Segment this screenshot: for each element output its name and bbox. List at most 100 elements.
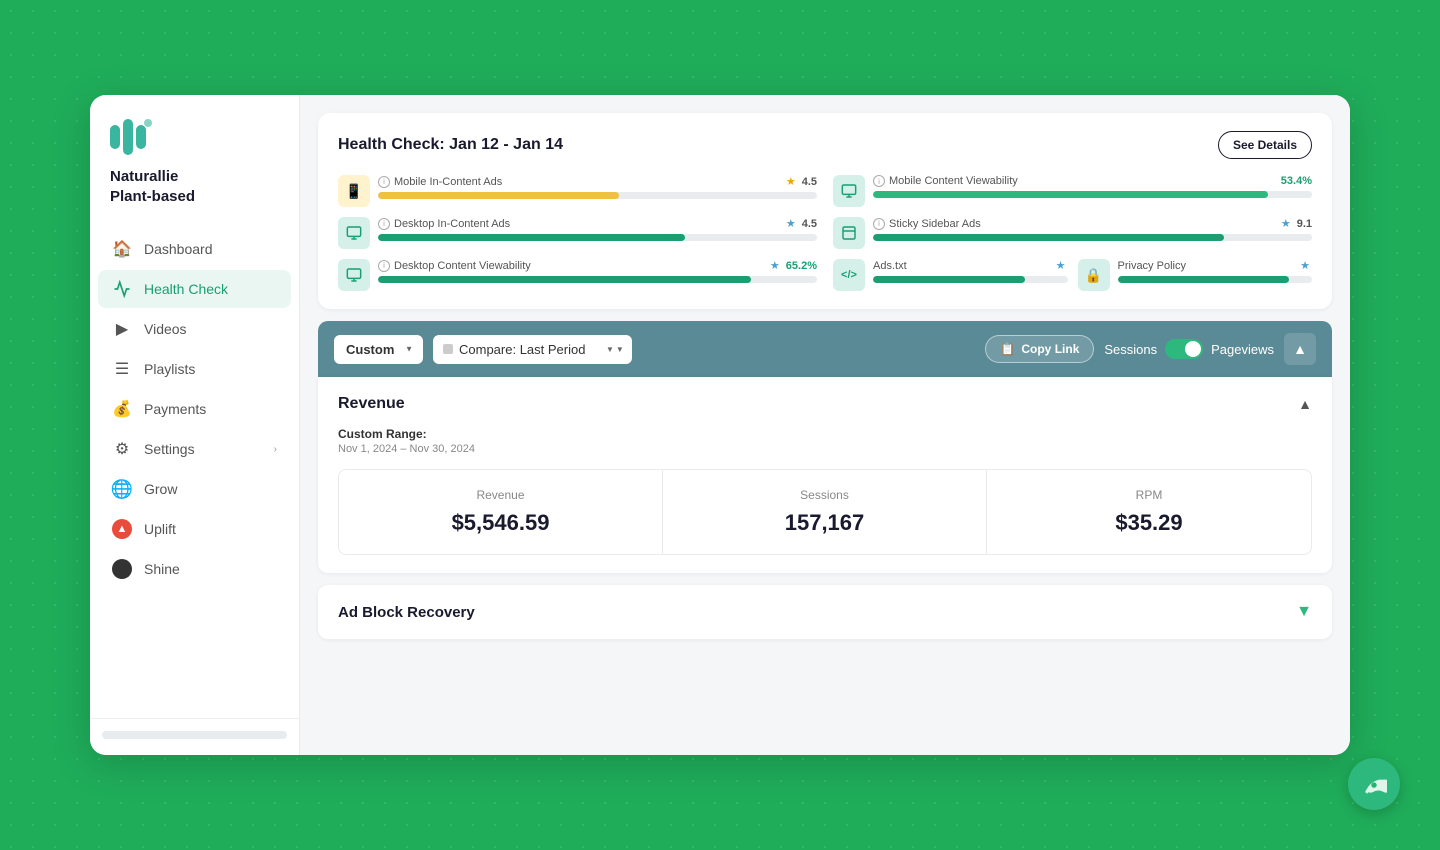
progress-bar-bg	[378, 192, 817, 199]
logo-area	[90, 119, 299, 167]
metric-details: i Desktop In-Content Ads ★ 4.5	[378, 217, 817, 241]
metric-score: 4.5	[802, 218, 817, 230]
logo-icon	[110, 119, 154, 155]
copy-link-icon: 📋	[1000, 342, 1015, 356]
metric-icon-mobile-in-content: 📱	[338, 175, 370, 207]
filter-collapse-button[interactable]: ▲	[1284, 333, 1316, 365]
sidebar-item-label: Dashboard	[144, 241, 213, 257]
metric-score: 4.5	[802, 176, 817, 188]
custom-select-wrapper: Custom	[334, 335, 423, 364]
sidebar-item-label: Grow	[144, 481, 177, 497]
metric-star: ★	[1300, 259, 1310, 272]
stat-cell-sessions: Sessions 157,167	[663, 470, 987, 554]
playlist-icon: ☰	[112, 359, 132, 379]
sidebar-item-label: Shine	[144, 561, 180, 577]
adblock-expand-button[interactable]: ▼	[1296, 603, 1312, 621]
sidebar-bottom-bar	[102, 731, 287, 739]
sidebar-item-label: Payments	[144, 401, 206, 417]
metric-star: ★	[1056, 259, 1066, 272]
health-check-card: Health Check: Jan 12 - Jan 14 See Detail…	[318, 113, 1332, 309]
progress-bar-bg	[378, 234, 817, 241]
progress-bar-bg	[873, 191, 1312, 198]
metric-details: i Mobile In-Content Ads ★ 4.5	[378, 175, 817, 199]
pageviews-label: Pageviews	[1211, 342, 1274, 357]
heart-icon	[112, 279, 132, 299]
settings-icon: ⚙	[112, 439, 132, 459]
metric-name: Ads.txt	[873, 260, 1052, 272]
brand-name: NaturalliePlant-based	[90, 167, 299, 230]
progress-bar-fill	[873, 191, 1268, 198]
metric-icon-privacy-policy: 🔒	[1078, 259, 1110, 291]
metric-row-adstxt-privacy: </> Ads.txt ★ 🔒	[833, 259, 1312, 291]
stat-label: Revenue	[355, 488, 646, 502]
stat-value: $35.29	[1003, 510, 1295, 536]
revenue-section: Revenue ▲ Custom Range: Nov 1, 2024 – No…	[318, 377, 1332, 573]
shine-icon	[112, 559, 132, 579]
metric-star: ★	[786, 175, 796, 188]
sidebar-item-videos[interactable]: ▶ Videos	[98, 310, 291, 348]
adblock-title: Ad Block Recovery	[338, 604, 475, 621]
progress-bar-bg	[1118, 276, 1313, 283]
sidebar-item-label: Settings	[144, 441, 195, 457]
metric-item-mobile-viewability: i Mobile Content Viewability 53.4%	[833, 175, 1312, 207]
revenue-collapse-button[interactable]: ▲	[1298, 396, 1312, 412]
sidebar-item-payments[interactable]: 💰 Payments	[98, 390, 291, 428]
sidebar-item-playlists[interactable]: ☰ Playlists	[98, 350, 291, 388]
main-content: Health Check: Jan 12 - Jan 14 See Detail…	[300, 95, 1350, 755]
stat-label: Sessions	[679, 488, 970, 502]
adblock-section: Ad Block Recovery ▼	[318, 585, 1332, 639]
compare-select-wrapper: Compare: Last Period ▼	[433, 335, 632, 364]
sidebar-item-settings[interactable]: ⚙ Settings ›	[98, 430, 291, 468]
custom-dropdown[interactable]: Custom	[334, 335, 423, 364]
progress-bar-fill	[378, 192, 619, 199]
stat-value: 157,167	[679, 510, 970, 536]
grow-icon: 🌐	[112, 479, 132, 499]
metric-score: 9.1	[1297, 218, 1312, 230]
metric-name: Mobile Content Viewability	[889, 175, 1277, 187]
sidebar-nav: 🏠 Dashboard Health Check ▶ Videos ☰ Play…	[90, 230, 299, 710]
health-check-header: Health Check: Jan 12 - Jan 14 See Detail…	[338, 131, 1312, 159]
fab-button[interactable]	[1348, 758, 1400, 810]
toggle-switch[interactable]	[1165, 339, 1203, 359]
metric-item-mobile-in-content: 📱 i Mobile In-Content Ads ★ 4.5	[338, 175, 817, 207]
info-icon: i	[873, 218, 885, 230]
settings-arrow: ›	[274, 444, 277, 455]
sidebar-item-health-check[interactable]: Health Check	[98, 270, 291, 308]
sidebar-item-dashboard[interactable]: 🏠 Dashboard	[98, 230, 291, 268]
sidebar-item-uplift[interactable]: ▲ Uplift	[98, 510, 291, 548]
stats-row: Revenue $5,546.59 Sessions 157,167 RPM $…	[338, 469, 1312, 555]
health-check-title: Health Check: Jan 12 - Jan 14	[338, 136, 563, 154]
copy-link-button[interactable]: 📋 Copy Link	[985, 335, 1094, 363]
revenue-section-title: Revenue	[338, 395, 405, 413]
sidebar-item-grow[interactable]: 🌐 Grow	[98, 470, 291, 508]
metric-icon-desktop-in-content	[338, 217, 370, 249]
metric-icon-sticky-sidebar	[833, 217, 865, 249]
sidebar-item-shine[interactable]: Shine	[98, 550, 291, 588]
metric-name: Desktop Content Viewability	[394, 260, 766, 272]
info-icon: i	[378, 218, 390, 230]
stat-cell-revenue: Revenue $5,546.59	[339, 470, 663, 554]
metric-icon-desktop-viewability	[338, 259, 370, 291]
info-icon: i	[873, 175, 885, 187]
sessions-pageviews-toggle: Sessions Pageviews	[1104, 339, 1274, 359]
progress-bar-fill	[378, 276, 751, 283]
custom-range-date: Nov 1, 2024 – Nov 30, 2024	[338, 443, 1312, 455]
metric-details: Privacy Policy ★	[1118, 259, 1313, 283]
stat-value: $5,546.59	[355, 510, 646, 536]
metric-score: 65.2%	[786, 260, 817, 272]
metrics-grid: 📱 i Mobile In-Content Ads ★ 4.5	[338, 175, 1312, 291]
metric-score: 53.4%	[1281, 175, 1312, 187]
see-details-button[interactable]: See Details	[1218, 131, 1312, 159]
sidebar-item-label: Uplift	[144, 521, 176, 537]
info-icon: i	[378, 260, 390, 272]
compare-dropdown[interactable]: Compare: Last Period	[459, 335, 606, 364]
sidebar-item-label: Playlists	[144, 361, 195, 377]
sessions-label: Sessions	[1104, 342, 1157, 357]
progress-bar-fill	[873, 276, 1025, 283]
metric-item-desktop-in-content: i Desktop In-Content Ads ★ 4.5	[338, 217, 817, 249]
metric-star: ★	[770, 259, 780, 272]
sidebar-item-label: Health Check	[144, 281, 228, 297]
info-icon: i	[378, 176, 390, 188]
play-icon: ▶	[112, 319, 132, 339]
stat-label: RPM	[1003, 488, 1295, 502]
